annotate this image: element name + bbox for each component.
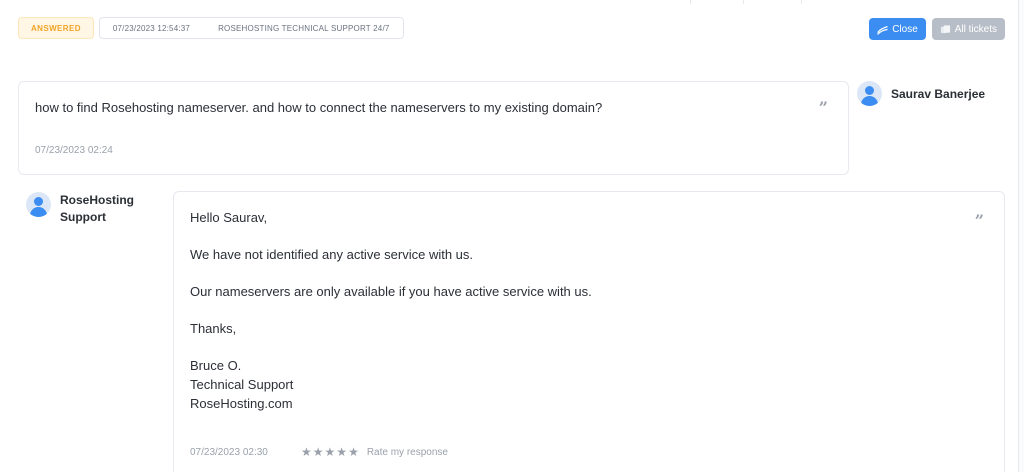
window-right-edge xyxy=(1018,0,1024,472)
customer-message-text: how to find Rosehosting nameserver. and … xyxy=(35,100,603,115)
message-line: Bruce O. xyxy=(190,358,242,373)
message-line: RoseHosting.com xyxy=(190,396,293,411)
ticket-date: 07/23/2023 12:54:37 xyxy=(112,23,191,33)
ticket-department: ROSEHOSTING TECHNICAL SUPPORT 24/7 xyxy=(218,23,390,33)
ticket-meta-pill: 07/23/2023 12:54:37 ROSEHOSTING TECHNICA… xyxy=(98,17,404,39)
star-icon[interactable]: ★ xyxy=(348,446,359,458)
all-tickets-label: All tickets xyxy=(954,23,997,35)
user-avatar-icon xyxy=(857,81,882,106)
customer-message: how to find Rosehosting nameserver. and … xyxy=(18,81,849,175)
top-tab-strip xyxy=(0,0,1024,6)
star-icon[interactable]: ★ xyxy=(301,446,312,458)
tickets-icon xyxy=(940,24,950,33)
staff-message-text: Hello Saurav, We have not identified any… xyxy=(190,208,592,413)
top-tab-divider xyxy=(801,0,866,4)
close-button-label: Close xyxy=(892,23,918,35)
message-timestamp: 07/23/2023 02:30 xyxy=(190,447,268,458)
top-tab-divider xyxy=(690,0,743,4)
star-icon[interactable]: ★ xyxy=(336,446,347,458)
author-name: RoseHosting Support xyxy=(60,193,135,224)
message-timestamp: 07/23/2023 02:24 xyxy=(35,145,113,156)
response-rating: ★ ★ ★ ★ ★ Rate my response xyxy=(301,446,448,458)
top-tab-divider xyxy=(743,0,801,4)
customer-author: Saurav Banerjee xyxy=(857,81,985,106)
user-avatar-icon xyxy=(26,192,51,217)
ticket-meta-bar: ANSWERED 07/23/2023 12:54:37 ROSEHOSTING… xyxy=(18,17,404,39)
all-tickets-button[interactable]: All tickets xyxy=(931,18,1005,40)
quote-icon[interactable]: ” xyxy=(819,100,828,116)
staff-message: Hello Saurav, We have not identified any… xyxy=(173,191,1005,472)
status-badge: ANSWERED xyxy=(18,17,94,39)
message-line: We have not identified any active servic… xyxy=(190,247,474,262)
quote-icon[interactable]: ” xyxy=(975,213,984,229)
message-line: Technical Support xyxy=(190,377,294,392)
close-ticket-icon xyxy=(877,25,888,35)
message-line: Thanks, xyxy=(190,321,237,336)
message-line: Our nameservers are only available if yo… xyxy=(190,284,592,299)
star-icon[interactable]: ★ xyxy=(313,446,324,458)
ticket-actions: Close All tickets xyxy=(869,18,1005,40)
staff-author: RoseHosting Support xyxy=(26,192,150,226)
close-ticket-button[interactable]: Close xyxy=(869,18,926,40)
author-name: Saurav Banerjee xyxy=(891,87,986,101)
star-icon[interactable]: ★ xyxy=(325,446,336,458)
message-line: Hello Saurav, xyxy=(190,210,268,225)
rate-response-label: Rate my response xyxy=(366,446,448,458)
